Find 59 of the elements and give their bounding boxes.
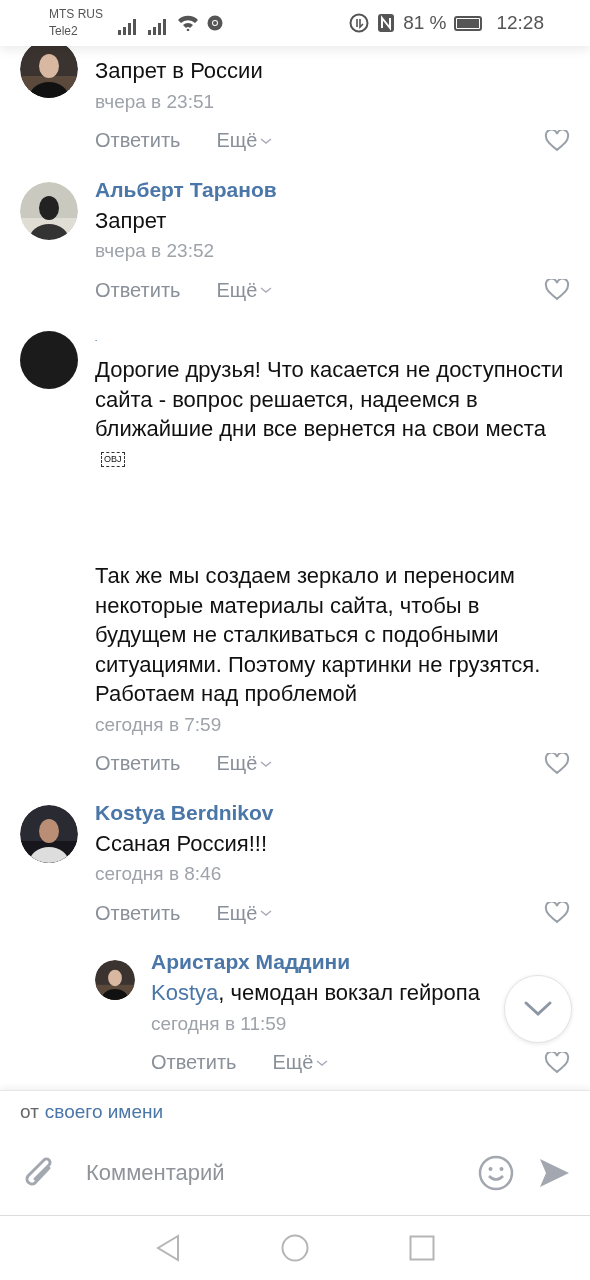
comment-text: Kostya, чемодан вокзал гейропа <box>151 979 481 1007</box>
comment-text: Так же мы создаем зеркало и переносим некоторые материалы сайта, чтобы в будущем не сталкиваться с подобными ситуациями. Поэтому картинки не грузятся. Работаем над проблемой <box>95 562 542 708</box>
chevron-icon <box>259 759 274 768</box>
send-icon[interactable] <box>538 1157 570 1189</box>
recents-icon[interactable] <box>409 1235 435 1261</box>
from-label: от <box>20 1101 39 1124</box>
like-icon[interactable] <box>544 129 570 152</box>
battery-icon <box>454 15 483 31</box>
author-name[interactable]: Альберт Таранов <box>95 173 578 206</box>
comment-time: сегодня в 8:46 <box>95 862 222 886</box>
comment-text: Запрет в России <box>95 57 264 85</box>
chevron-icon <box>315 1058 330 1067</box>
browser-icon <box>207 15 223 31</box>
comment-time: вчера в 23:51 <box>95 89 215 114</box>
home-icon[interactable] <box>281 1234 309 1262</box>
mention-link[interactable]: Kostya <box>151 980 219 1005</box>
author-name[interactable]: . <box>95 323 578 355</box>
reply-link[interactable]: Ответить <box>95 278 181 302</box>
author-name[interactable]: Kostya Berdnikov <box>95 796 578 829</box>
comment-time: сегодня в 7:59 <box>95 712 222 737</box>
reply-link[interactable]: Ответить <box>95 752 181 775</box>
carrier-name: Tele2 <box>49 23 79 40</box>
battery-percent: 81 % <box>403 12 447 34</box>
clock: 12:28 <box>496 12 544 34</box>
signal-icon <box>117 19 139 35</box>
chevron-icon <box>259 909 274 917</box>
reply-link[interactable]: Ответить <box>151 1051 237 1074</box>
comment-text: Запрет <box>95 206 168 235</box>
wifi-icon <box>177 15 199 31</box>
comment-time: сегодня в 11:59 <box>151 1011 287 1036</box>
comment-input[interactable]: Комментарий <box>86 1153 448 1193</box>
more-link[interactable]: Ещё <box>216 901 274 925</box>
like-icon[interactable] <box>544 279 570 301</box>
more-link[interactable]: Ещё <box>216 278 274 302</box>
comment-text: Ссаная Россия!!! <box>95 829 268 858</box>
back-icon[interactable] <box>155 1234 181 1262</box>
avatar[interactable] <box>20 331 78 389</box>
chevron-icon <box>259 136 274 145</box>
comment-time: вчера в 23:52 <box>95 239 215 263</box>
more-link[interactable]: Ещё <box>272 1051 330 1074</box>
carrier-name: MTS RUS <box>49 6 103 23</box>
chevron-down-icon <box>523 1000 553 1018</box>
chevron-icon <box>259 286 274 294</box>
more-link[interactable]: Ещё <box>216 129 274 152</box>
author-switch-link[interactable]: своего имени <box>44 1101 164 1131</box>
nfc-icon <box>377 13 396 33</box>
like-icon[interactable] <box>544 902 570 924</box>
more-link[interactable]: Ещё <box>216 752 274 775</box>
author-name[interactable]: Аристарх Маддини <box>151 946 578 978</box>
scroll-down-button[interactable] <box>504 975 572 1043</box>
comment-text: Дорогие друзья! Что касается не доступности сайта - вопрос решается, надеемся в ближайшие дни все вернется на свои места OBJ <box>95 355 578 473</box>
smiley-icon[interactable] <box>478 1155 514 1191</box>
reply-link[interactable]: Ответить <box>95 129 181 152</box>
data-saver-icon <box>349 13 370 33</box>
signal-icon <box>147 19 169 35</box>
like-icon[interactable] <box>544 752 570 775</box>
like-icon[interactable] <box>544 1051 570 1074</box>
object-glyph-icon: OBJ <box>101 452 125 468</box>
reply-link[interactable]: Ответить <box>95 901 181 925</box>
